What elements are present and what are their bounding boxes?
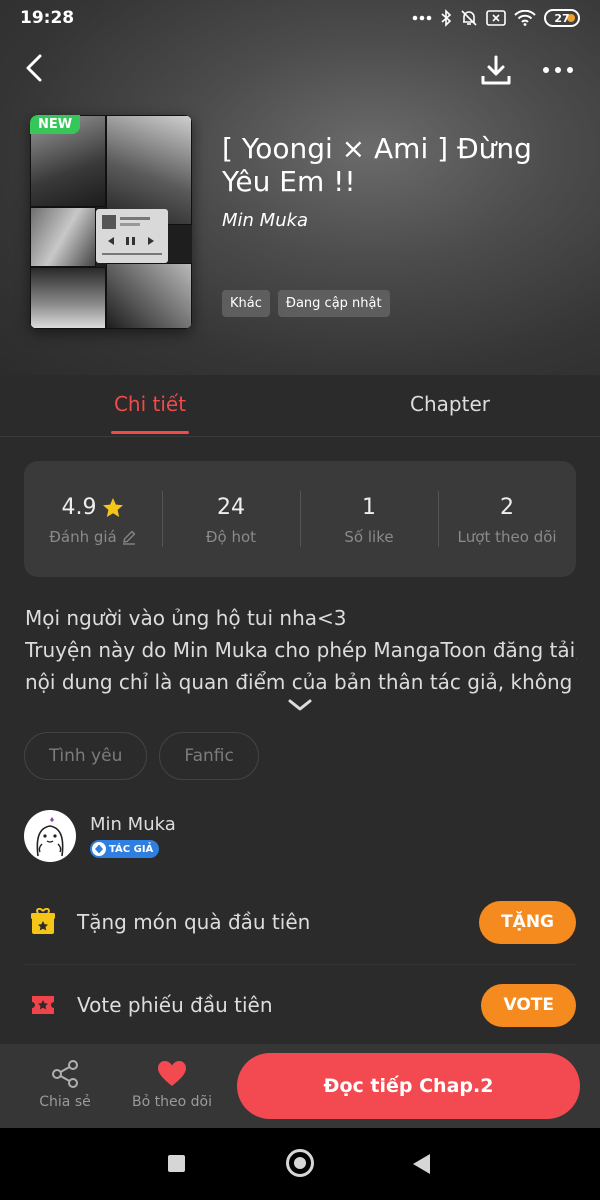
vote-button[interactable]: VOTE — [481, 984, 576, 1027]
author-badge-icon — [95, 844, 103, 854]
tag-category[interactable]: Khác — [222, 290, 270, 317]
gift-text: Tặng món quà đầu tiên — [77, 910, 311, 934]
system-back-button[interactable] — [413, 1154, 430, 1174]
download-button[interactable] — [478, 52, 514, 88]
chevron-down-icon — [288, 699, 312, 711]
likes-label: Số like — [344, 528, 394, 546]
status-icons: 27 — [412, 8, 580, 28]
battery-level: 27 — [554, 11, 570, 25]
continue-reading-button[interactable]: Đọc tiếp Chap.2 — [237, 1053, 580, 1119]
stat-hot: 24 Độ hot — [162, 461, 300, 577]
comic-tags: Khác Đang cập nhật — [222, 290, 390, 317]
home-button[interactable] — [286, 1149, 314, 1177]
share-button[interactable]: Chia sẻ — [15, 1058, 115, 1110]
status-time: 19:28 — [20, 8, 75, 28]
share-icon — [52, 1060, 78, 1088]
hot-label: Độ hot — [205, 528, 257, 546]
system-navigation-bar — [0, 1128, 600, 1200]
gift-icon — [31, 908, 55, 934]
more-dots-icon — [412, 15, 432, 21]
mute-icon — [461, 10, 477, 26]
back-arrow-icon — [26, 54, 42, 82]
cover-music-player — [96, 209, 168, 263]
comic-header: 19:28 27 NEW [ Yoongi × Ami ] Đừng Yêu E… — [0, 0, 600, 375]
vote-text: Vote phiếu đầu tiên — [77, 993, 273, 1017]
expand-description-button[interactable] — [286, 696, 314, 714]
genre-chip[interactable]: Fanfic — [159, 732, 259, 780]
star-icon — [102, 497, 123, 517]
author-name[interactable]: Min Muka — [90, 814, 176, 835]
tab-details[interactable]: Chi tiết — [50, 392, 250, 416]
tab-bar: Chi tiết Chapter — [0, 375, 600, 437]
more-options-button[interactable] — [538, 52, 578, 88]
stats-card: 4.9 Đánh giá 24 Độ hot 1 Số like 2 Lượt … — [24, 461, 576, 577]
active-tab-indicator — [111, 431, 189, 434]
stat-likes: 1 Số like — [300, 461, 438, 577]
comic-description: Mọi người vào ủng hộ tui nha<3 Truyện nà… — [25, 602, 577, 698]
bluetooth-icon — [441, 9, 452, 27]
genre-chip[interactable]: Tình yêu — [24, 732, 148, 780]
comic-title: [ Yoongi × Ami ] Đừng Yêu Em !! — [222, 132, 532, 198]
followers-label: Lượt theo dõi — [457, 528, 557, 546]
wifi-icon — [514, 10, 536, 26]
sim-off-icon — [486, 10, 506, 26]
description-line: nội dung chỉ là quan điểm của bản thân t… — [25, 670, 573, 694]
gift-row: Tặng món quà đầu tiên TẶNG — [24, 882, 576, 965]
genre-list: Tình yêu Fanfic — [24, 732, 259, 780]
gift-button[interactable]: TẶNG — [479, 901, 576, 944]
tag-status: Đang cập nhật — [277, 290, 390, 317]
followers-value: 2 — [500, 495, 514, 520]
unfollow-label: Bỏ theo dõi — [132, 1094, 212, 1110]
new-badge: NEW — [30, 115, 81, 134]
heart-icon — [158, 1061, 186, 1086]
vote-ticket-icon — [32, 996, 54, 1014]
download-icon — [481, 55, 511, 85]
more-icon — [543, 67, 549, 73]
comic-author[interactable]: Min Muka — [222, 210, 308, 231]
tab-chapter[interactable]: Chapter — [350, 392, 550, 416]
stat-followers: 2 Lượt theo dõi — [438, 461, 576, 577]
likes-value: 1 — [362, 495, 376, 520]
status-bar: 19:28 27 — [0, 0, 600, 38]
author-avatar[interactable] — [24, 810, 76, 862]
unfollow-button[interactable]: Bỏ theo dõi — [122, 1058, 222, 1110]
edit-icon — [122, 530, 136, 545]
battery-icon: 27 — [544, 9, 580, 27]
rating-value: 4.9 — [61, 495, 97, 520]
vote-row: Vote phiếu đầu tiên VOTE — [24, 965, 576, 1048]
description-line: Truyện này do Min Muka cho phép MangaToo… — [25, 638, 577, 662]
bottom-action-bar: Chia sẻ Bỏ theo dõi Đọc tiếp Chap.2 — [0, 1044, 600, 1128]
share-label: Chia sẻ — [39, 1094, 91, 1110]
author-badge-label: TÁC GIẢ — [109, 843, 154, 855]
recent-apps-button[interactable] — [168, 1155, 185, 1172]
author-role-badge: TÁC GIẢ — [90, 840, 160, 858]
rating-label: Đánh giá — [49, 528, 117, 546]
back-button[interactable] — [18, 50, 50, 86]
stat-rating[interactable]: 4.9 Đánh giá — [24, 461, 162, 577]
comic-cover: NEW — [30, 115, 192, 329]
description-line: Mọi người vào ủng hộ tui nha<3 — [25, 606, 347, 630]
hot-value: 24 — [217, 495, 245, 520]
